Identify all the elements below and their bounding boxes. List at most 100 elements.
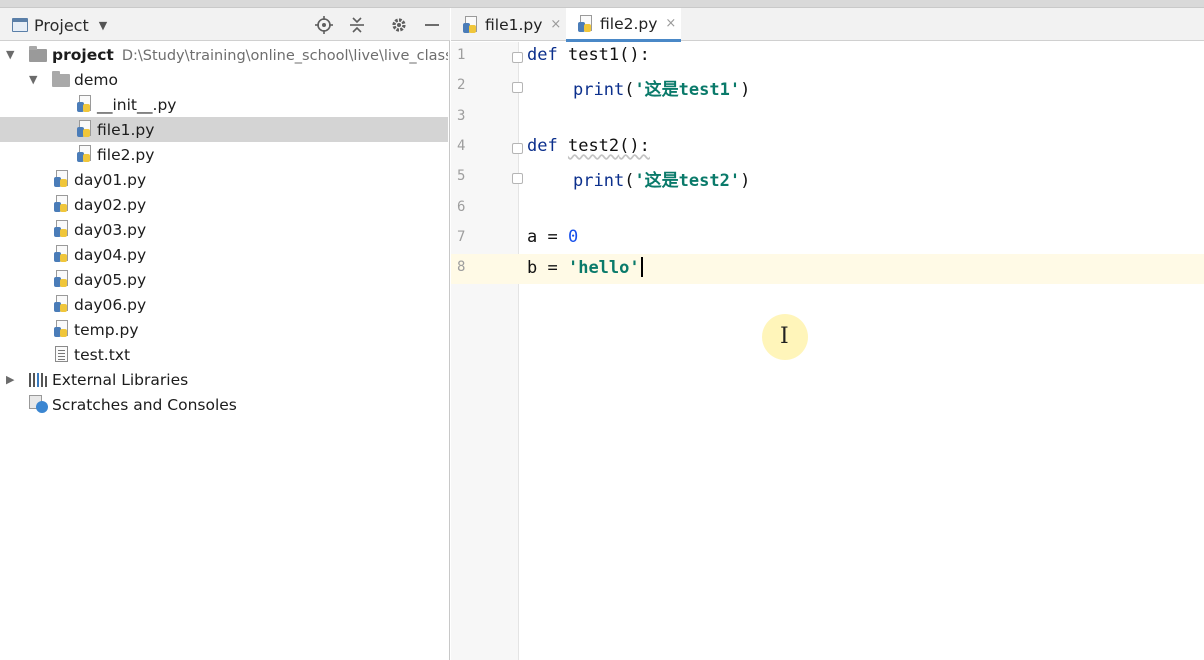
fold-marker-icon[interactable]: [512, 143, 523, 154]
tab-file1-py[interactable]: file1.py ×: [451, 8, 566, 41]
project-path: D:\Study\training\online_school\live\liv…: [121, 47, 448, 64]
tree-item-label: demo: [74, 70, 118, 89]
project-window-icon: [12, 18, 28, 32]
tree-item-file2-py[interactable]: file2.py: [0, 142, 448, 167]
tree-item-label: External Libraries: [52, 370, 189, 389]
variable: a: [527, 227, 538, 247]
fold-marker-icon[interactable]: [512, 82, 523, 93]
code-punct: ():: [619, 45, 650, 65]
folder-icon: [29, 46, 47, 62]
python-file-icon: [54, 295, 70, 313]
keyword: def: [527, 45, 558, 65]
crosshair-icon[interactable]: [313, 14, 335, 36]
text-caret: [640, 257, 643, 277]
editor-gutter: [451, 42, 519, 660]
function-name: test1: [567, 45, 620, 65]
project-panel-title: Project: [34, 15, 89, 35]
string-literal: '这是test2': [634, 171, 741, 191]
tree-item-external-libraries[interactable]: ▶ External Libraries: [0, 367, 448, 392]
project-view-selector[interactable]: Project ▼: [12, 14, 107, 36]
string-literal: 'hello': [567, 258, 640, 278]
code-line-1: def test1():: [527, 45, 650, 65]
text-file-icon: [55, 346, 68, 362]
tree-item-test-txt[interactable]: test.txt: [0, 342, 448, 367]
number-literal: 0: [567, 227, 579, 247]
tree-item-day02-py[interactable]: day02.py: [0, 192, 448, 217]
tree-item-label: project: [52, 45, 114, 64]
fold-marker-icon[interactable]: [512, 173, 523, 184]
builtin: print: [573, 80, 625, 100]
tree-item-label: Scratches and Consoles: [52, 395, 237, 414]
string-literal: '这是test1': [634, 80, 741, 100]
close-icon[interactable]: ×: [550, 17, 561, 32]
editor-tab-bar: file1.py × file2.py ×: [451, 8, 1204, 42]
tree-item-day01-py[interactable]: day01.py: [0, 167, 448, 192]
function-name: test2: [567, 136, 620, 156]
code-punct: (: [624, 80, 635, 100]
tree-item-label: temp.py: [74, 320, 139, 339]
line-number: 6: [457, 199, 466, 215]
tree-item-demo[interactable]: ▼ demo: [0, 67, 448, 92]
tree-item-label: file2.py: [97, 145, 155, 164]
code-punct: ): [740, 171, 751, 191]
line-number: 1: [457, 47, 466, 63]
project-panel-header: Project ▼: [0, 8, 450, 41]
expand-arrow-icon[interactable]: ▼: [6, 48, 20, 61]
python-file-icon: [463, 15, 479, 34]
code-editor[interactable]: [520, 42, 1204, 660]
tree-item-file1-py[interactable]: file1.py: [0, 117, 448, 142]
expand-arrow-icon[interactable]: ▶: [6, 373, 20, 386]
line-number: 2: [457, 77, 466, 93]
code-punct: =: [537, 227, 568, 247]
line-number: 4: [457, 138, 466, 154]
tree-item-label: day03.py: [74, 220, 147, 239]
python-file-icon: [54, 270, 70, 288]
python-file-icon: [54, 195, 70, 213]
tree-item-init-py[interactable]: __init__.py: [0, 92, 448, 117]
minimize-icon[interactable]: [421, 14, 443, 36]
window-top-strip: [0, 0, 1204, 8]
tree-item-day03-py[interactable]: day03.py: [0, 217, 448, 242]
chevron-down-icon: ▼: [98, 18, 108, 32]
line-number: 8: [457, 259, 466, 275]
expand-arrow-icon[interactable]: ▼: [29, 73, 43, 86]
tree-item-day06-py[interactable]: day06.py: [0, 292, 448, 317]
folder-icon: [52, 71, 70, 87]
code-punct: ():: [619, 136, 650, 156]
close-icon[interactable]: ×: [665, 16, 676, 31]
code-line-5: print('这是test2'): [573, 166, 750, 191]
text-cursor-icon: I: [780, 324, 789, 349]
python-file-icon: [54, 220, 70, 238]
variable: b: [527, 258, 538, 278]
tree-item-day05-py[interactable]: day05.py: [0, 267, 448, 292]
tree-item-label: test.txt: [74, 345, 131, 364]
code-line-7: a = 0: [527, 227, 578, 247]
tab-label: file1.py: [485, 15, 543, 34]
tree-item-day04-py[interactable]: day04.py: [0, 242, 448, 267]
tree-item-temp-py[interactable]: temp.py: [0, 317, 448, 342]
tree-item-scratches[interactable]: Scratches and Consoles: [0, 392, 448, 417]
code-punct: (: [624, 171, 635, 191]
scratches-icon: [29, 395, 48, 413]
library-icon: [29, 371, 47, 387]
tree-item-label: day02.py: [74, 195, 147, 214]
line-number: 3: [457, 108, 466, 124]
python-file-icon: [54, 245, 70, 263]
tab-label: file2.py: [600, 14, 658, 33]
gear-icon[interactable]: [388, 14, 410, 36]
line-number: 7: [457, 229, 466, 245]
tree-item-label: day04.py: [74, 245, 147, 264]
tree-item-label: file1.py: [97, 120, 155, 139]
tree-item-label: day05.py: [74, 270, 147, 289]
builtin: print: [573, 171, 625, 191]
tree-item-label: day06.py: [74, 295, 147, 314]
tab-file2-py[interactable]: file2.py ×: [566, 8, 681, 42]
tree-item-project[interactable]: ▼ project D:\Study\training\online_school…: [0, 42, 448, 67]
code-line-4: def test2():: [527, 136, 650, 156]
python-file-icon: [77, 145, 93, 163]
keyword: def: [527, 136, 558, 156]
project-tool-window: Project ▼ ▼ project D:\Study\training\onl…: [0, 8, 450, 660]
tree-item-label: day01.py: [74, 170, 147, 189]
fold-marker-icon[interactable]: [512, 52, 523, 63]
collapse-all-icon[interactable]: [346, 14, 368, 36]
